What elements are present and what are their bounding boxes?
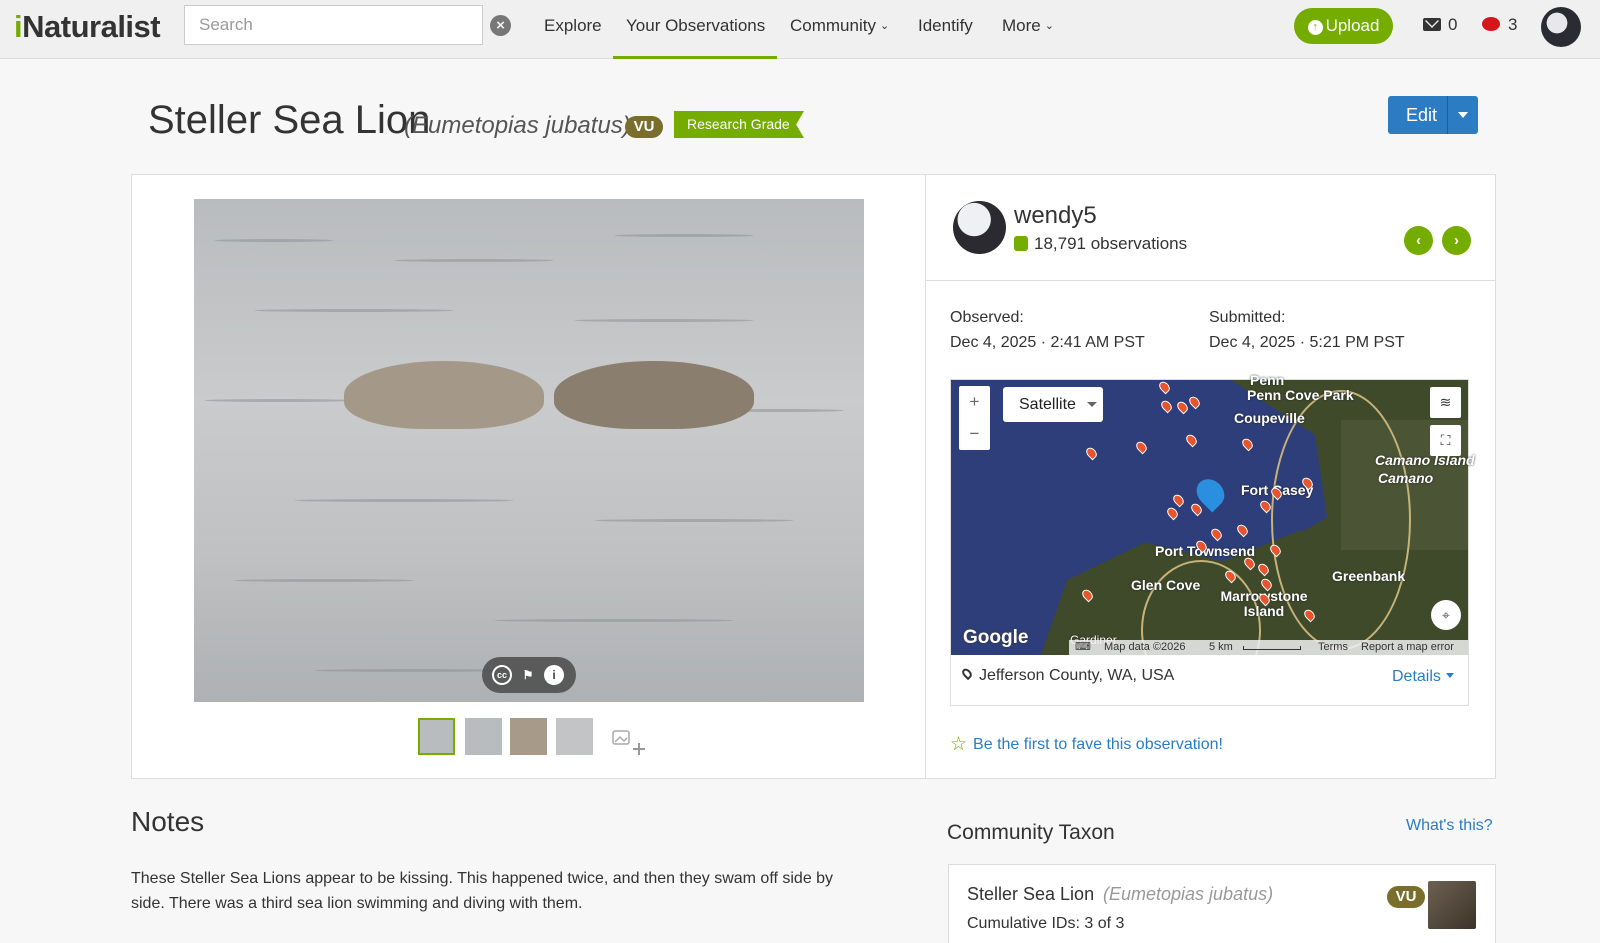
add-photo-icon[interactable] [611,729,651,759]
nav-more[interactable]: More ⌄ [1002,16,1054,36]
chevron-down-icon: ⌄ [879,20,890,32]
map-label: Coupeville [1234,410,1305,426]
observed-label: Observed: [950,309,1024,326]
conservation-status-badge[interactable]: VU [1387,886,1425,908]
observation-photo[interactable] [194,199,864,702]
report-map-error-link[interactable]: Report a map error [1361,640,1454,655]
nav-identify[interactable]: Identify [918,16,973,36]
messages-button[interactable]: 0 [1423,15,1457,35]
fullscreen-icon[interactable]: ⛶ [1430,425,1461,456]
map-scale: 5 km [1209,641,1233,653]
sea-lion-right [554,361,754,429]
observer-observations[interactable]: 18,791 observations [1014,234,1187,254]
notifications-button[interactable]: 3 [1482,15,1517,35]
clear-search-icon[interactable]: × [490,15,511,36]
upload-button[interactable]: ↑ Upload [1294,8,1393,44]
submitted-label: Submitted: [1209,309,1286,326]
map-label: Greenbank [1332,568,1406,584]
star-icon: ☆ [950,734,968,755]
photo-thumbnail[interactable] [556,718,593,755]
binoculars-icon [1014,236,1028,251]
nav-community[interactable]: Community ⌄ [790,16,889,36]
next-observation-button[interactable]: › [1442,226,1471,255]
observer-username[interactable]: wendy5 [1014,202,1097,230]
location-text: Jefferson County, WA, USA [960,666,1174,685]
photo-controls: cc ⚑ i [482,657,576,693]
map-marker-icon [960,666,974,681]
chevron-down-icon: ⌄ [1044,20,1054,32]
caret-down-icon [1445,673,1454,678]
section-divider [926,280,1495,281]
layers-icon[interactable]: ≋ [1430,387,1461,418]
caret-down-icon [1087,402,1097,407]
photo-thumbnail[interactable] [465,718,502,755]
top-navbar: iNaturalist × Explore Your Observations … [0,0,1600,59]
map-data-label: Map data ©2026 [1104,641,1186,653]
map-label: Penn Cove Park [1247,387,1354,403]
edit-button[interactable]: Edit [1388,96,1478,134]
community-taxon-heading: Community Taxon [947,821,1115,844]
map-type-select[interactable]: Satellite [1003,387,1103,422]
scale-bar [1243,646,1301,650]
zoom-out-button[interactable]: − [959,418,990,450]
nav-explore[interactable]: Explore [544,16,602,36]
keyboard-icon[interactable]: ⌨ [1075,640,1091,655]
terms-link[interactable]: Terms [1318,640,1348,655]
map-label: Penn [1250,372,1285,388]
panel-divider [925,174,926,779]
previous-observation-button[interactable]: ‹ [1404,226,1433,255]
chat-bubble-icon [1482,17,1500,31]
active-nav-indicator [613,56,777,59]
observer-avatar[interactable] [953,201,1006,254]
map-zoom-controls: + − [959,386,990,450]
map-attribution: ⌨ Map data ©2026 5 km Terms Report a map… [1069,640,1468,655]
nav-your-observations[interactable]: Your Observations [626,16,765,36]
google-logo: Google [963,627,1029,648]
page-title: Steller Sea Lion [148,98,431,142]
map-label: Camano [1378,470,1434,486]
upload-icon: ↑ [1307,20,1323,35]
details-dropdown[interactable]: Details [1392,668,1454,686]
zoom-in-button[interactable]: + [959,386,990,418]
fave-link[interactable]: ☆ Be the first to fave this observation! [950,733,1223,756]
flag-icon[interactable]: ⚑ [518,665,538,685]
cumulative-ids: Cumulative IDs: 3 of 3 [967,915,1125,932]
notes-text: These Steller Sea Lions appear to be kis… [131,870,834,912]
conservation-status-badge[interactable]: VU [625,116,663,138]
taxon-thumbnail[interactable] [1428,881,1476,929]
scientific-name: (Eumetopias jubatus) [404,112,631,139]
observed-date: Dec 4, 2025 · 2:41 AM PST [950,334,1145,351]
submitted-date: Dec 4, 2025 · 5:21 PM PST [1209,334,1405,351]
locate-icon[interactable]: ⌖ [1431,600,1461,630]
search-input[interactable] [184,5,483,45]
photo-thumbnail[interactable] [418,718,455,755]
cc-license-icon[interactable]: cc [492,665,512,685]
notes-heading: Notes [131,806,205,837]
quality-grade-badge: Research Grade [674,111,804,138]
envelope-icon [1423,18,1441,31]
map-label: Glen Cove [1131,577,1201,593]
taxon-scientific-name[interactable]: (Eumetopias jubatus) [1103,884,1273,905]
caret-down-icon[interactable] [1458,112,1468,118]
photo-thumbnail[interactable] [510,718,547,755]
inaturalist-logo[interactable]: iNaturalist [14,9,161,45]
taxon-common-name[interactable]: Steller Sea Lion [967,884,1094,905]
user-menu-avatar[interactable] [1541,7,1581,47]
whats-this-link[interactable]: What's this? [1406,817,1493,835]
info-icon[interactable]: i [544,665,564,685]
sea-lion-left [344,361,544,429]
